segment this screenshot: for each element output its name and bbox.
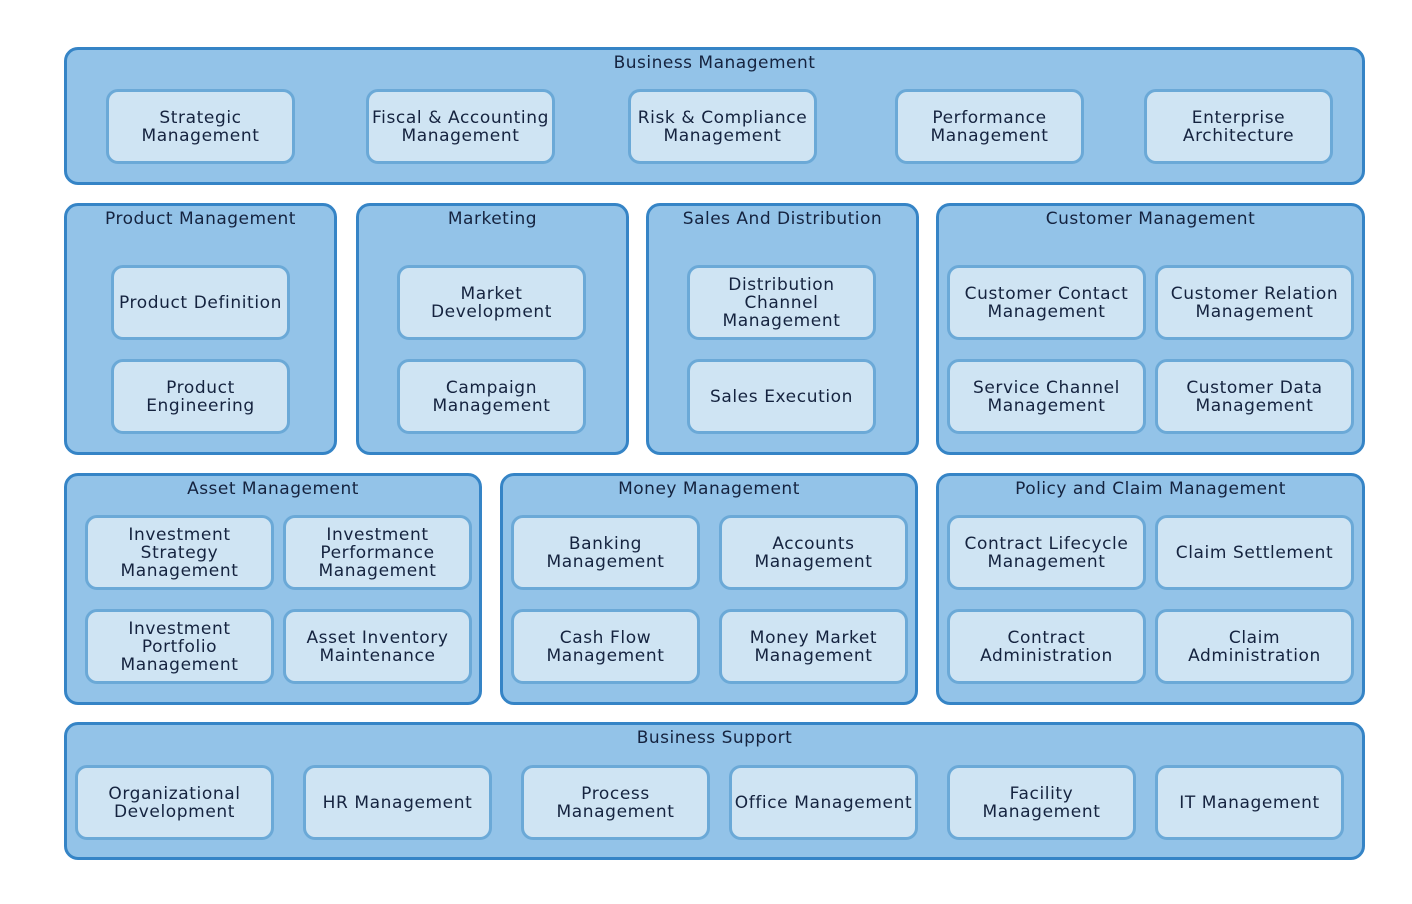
capability-box[interactable]: Distribution Channel Management xyxy=(687,265,876,340)
group-title: Policy and Claim Management xyxy=(1015,479,1286,499)
capability-box[interactable]: Sales Execution xyxy=(687,359,876,434)
group-title: Business Management xyxy=(613,53,816,73)
capability-box[interactable]: Campaign Management xyxy=(397,359,586,434)
capability-box[interactable]: Service Channel Management xyxy=(947,359,1146,434)
capability-box[interactable]: IT Management xyxy=(1155,765,1344,840)
capability-box[interactable]: Investment Performance Management xyxy=(283,515,472,590)
capability-box[interactable]: Product Definition xyxy=(111,265,290,340)
capability-box[interactable]: Asset Inventory Maintenance xyxy=(283,609,472,684)
capability-box[interactable]: Market Development xyxy=(397,265,586,340)
capability-box[interactable]: Organizational Development xyxy=(75,765,274,840)
group-title: Product Management xyxy=(105,209,296,229)
capability-box[interactable]: Fiscal & Accounting Management xyxy=(366,89,555,164)
capability-box[interactable]: Product Engineering xyxy=(111,359,290,434)
capability-box[interactable]: Enterprise Architecture xyxy=(1144,89,1333,164)
capability-box[interactable]: Claim Administration xyxy=(1155,609,1354,684)
capability-box[interactable]: Claim Settlement xyxy=(1155,515,1354,590)
group-title: Sales And Distribution xyxy=(682,209,883,229)
capability-box[interactable]: Customer Data Management xyxy=(1155,359,1354,434)
capability-box[interactable]: Performance Management xyxy=(895,89,1084,164)
group-title: Business Support xyxy=(636,728,793,748)
capability-box[interactable]: Risk & Compliance Management xyxy=(628,89,817,164)
capability-box[interactable]: Facility Management xyxy=(947,765,1136,840)
group-title: Marketing xyxy=(447,209,538,229)
group-title: Money Management xyxy=(618,479,800,499)
capability-box[interactable]: Customer Contact Management xyxy=(947,265,1146,340)
capability-box[interactable]: HR Management xyxy=(303,765,492,840)
capability-box[interactable]: Strategic Management xyxy=(106,89,295,164)
capability-box[interactable]: Banking Management xyxy=(511,515,700,590)
capability-box[interactable]: Investment Strategy Management xyxy=(85,515,274,590)
capability-box[interactable]: Customer Relation Management xyxy=(1155,265,1354,340)
capability-box[interactable]: Process Management xyxy=(521,765,710,840)
capability-box[interactable]: Cash Flow Management xyxy=(511,609,700,684)
capability-box[interactable]: Investment Portfolio Management xyxy=(85,609,274,684)
capability-box[interactable]: Money Market Management xyxy=(719,609,908,684)
capability-box[interactable]: Office Management xyxy=(729,765,918,840)
group-title: Customer Management xyxy=(1045,209,1256,229)
capability-box[interactable]: Accounts Management xyxy=(719,515,908,590)
capability-box[interactable]: Contract Lifecycle Management xyxy=(947,515,1146,590)
capability-box[interactable]: Contract Administration xyxy=(947,609,1146,684)
group-title: Asset Management xyxy=(187,479,359,499)
